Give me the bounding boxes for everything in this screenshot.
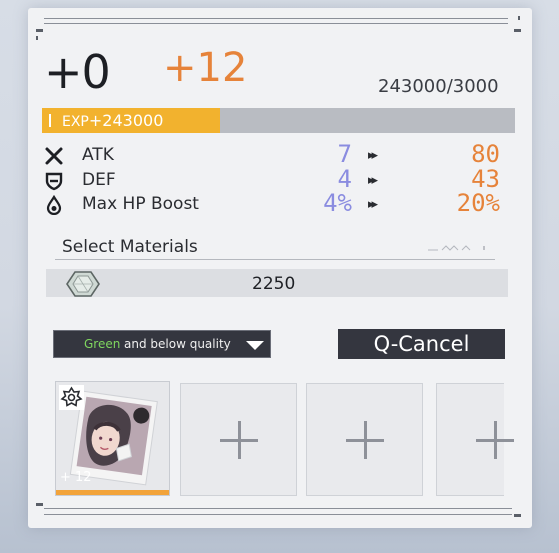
gear-icon [60, 386, 83, 407]
quality-highlight: Green [84, 337, 121, 351]
stat-current: 7 [337, 140, 352, 168]
material-slot-empty[interactable] [436, 383, 514, 496]
corner-mark [36, 503, 43, 506]
shield-icon [45, 172, 63, 191]
cancel-button[interactable]: Q-Cancel [338, 329, 505, 359]
corner-mark [36, 36, 38, 40]
plus-icon [476, 420, 514, 459]
material-count: 2250 [252, 274, 296, 294]
stat-new: 80 [471, 140, 500, 168]
bottom-deco-line-2 [44, 514, 512, 515]
exp-prefix: EXP [62, 114, 89, 130]
current-level: +0 [44, 45, 111, 99]
arrow-icon: ▸▸ [368, 148, 378, 163]
drop-icon [46, 195, 62, 215]
stat-label: Max HP Boost [82, 194, 199, 214]
decorative-glyph [428, 245, 485, 251]
arrow-icon: ▸▸ [368, 197, 378, 212]
quality-rest: and below quality [124, 337, 231, 351]
section-divider [55, 259, 495, 260]
material-slot-empty[interactable] [306, 383, 423, 496]
stat-new: 20% [456, 189, 500, 217]
corner-mark [36, 29, 43, 32]
corner-mark [518, 16, 520, 20]
plus-icon [345, 420, 384, 459]
rarity-bar [56, 490, 169, 495]
gem-icon [66, 271, 100, 297]
exp-bar-label: EXP+243000 [62, 111, 163, 130]
material-slot-filled[interactable]: + 12 [55, 381, 170, 496]
quality-filter-dropdown[interactable]: Green and below quality [53, 330, 271, 358]
exp-bar-tick [49, 114, 51, 127]
stat-row-def: DEF 4 ▸▸ 43 [44, 165, 504, 193]
stat-current: 4% [323, 189, 352, 217]
stat-label: DEF [82, 170, 116, 190]
crossed-swords-icon [45, 147, 63, 165]
stat-row-hp: Max HP Boost 4% ▸▸ 20% [44, 189, 504, 217]
exp-gain: +243000 [88, 111, 164, 130]
card-level: + 12 [60, 470, 92, 485]
plus-icon [219, 420, 258, 459]
stat-row-atk: ATK 7 ▸▸ 80 [44, 140, 504, 168]
corner-mark [514, 514, 521, 517]
select-materials-title: Select Materials [62, 237, 198, 257]
arrow-icon: ▸▸ [368, 173, 378, 188]
chevron-down-icon [246, 341, 264, 350]
top-deco-line [44, 18, 508, 19]
exp-bar: EXP+243000 [42, 108, 515, 133]
top-deco-line-2 [44, 23, 508, 24]
stat-label: ATK [82, 145, 114, 165]
bottom-deco-line [44, 508, 512, 509]
material-slot-empty[interactable] [180, 383, 297, 496]
gear-lock-icon[interactable] [59, 385, 84, 410]
corner-mark [514, 29, 521, 32]
exp-count: 243000/3000 [378, 76, 499, 97]
level-gain: +12 [163, 45, 248, 91]
